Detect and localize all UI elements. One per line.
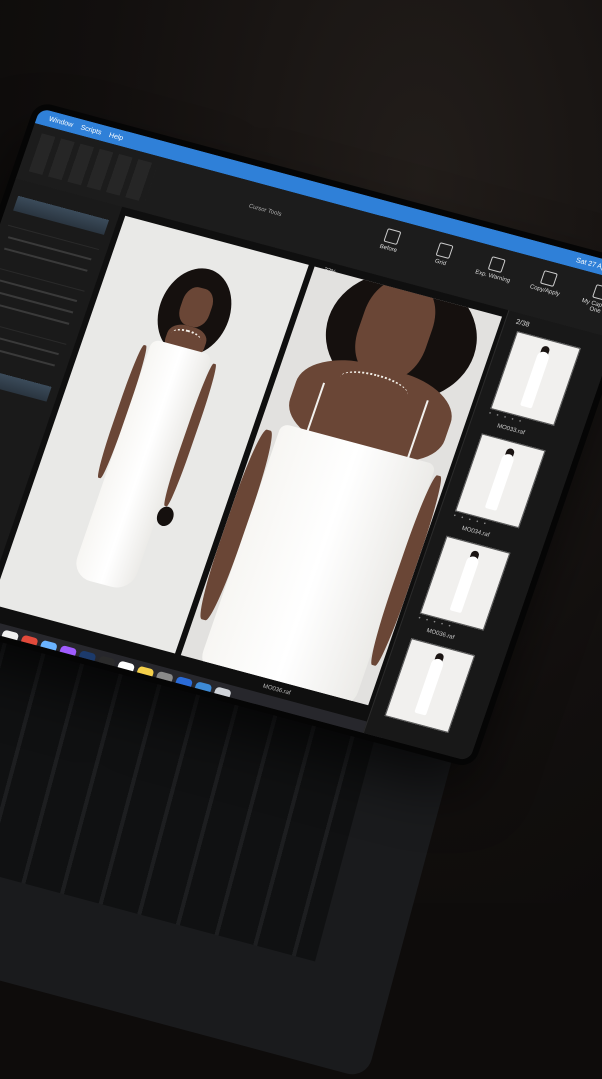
my-capture-one-label: My Capture One [581, 298, 602, 315]
thumbnail-figure [449, 555, 480, 613]
image-counter: 2/38 [515, 319, 530, 329]
copy-apply-label: Copy/Apply [529, 284, 561, 298]
copy-apply-icon [540, 270, 558, 287]
menu-help[interactable]: Help [108, 131, 124, 141]
warning-icon [488, 256, 506, 273]
menu-window[interactable]: Window [48, 115, 74, 128]
thumbnail[interactable] [420, 536, 511, 631]
grid-icon [436, 242, 454, 259]
before-icon [383, 228, 401, 245]
thumbnail-figure [520, 350, 551, 408]
curve-panel [0, 353, 55, 402]
exp-warning-button[interactable]: Exp. Warning [470, 253, 518, 291]
grid-label: Grid [434, 259, 447, 268]
thumbnail[interactable] [490, 331, 581, 426]
grid-button[interactable]: Grid [418, 239, 466, 277]
user-icon [592, 284, 602, 301]
thumbnail[interactable] [385, 638, 476, 733]
white-dress [71, 339, 212, 592]
scene: Window Scripts Help Sat 27 Apr 10:23 Cur… [0, 0, 602, 903]
adjust-slider[interactable] [0, 289, 73, 313]
thumbnail-figure [485, 453, 516, 511]
cursor-tools-label: Cursor Tools [248, 204, 282, 218]
before-label: Before [379, 244, 398, 254]
thumbnail-figure [414, 657, 445, 715]
panel-row[interactable] [0, 258, 88, 292]
copy-apply-button[interactable]: Copy/Apply [522, 267, 570, 305]
exp-warning-label: Exp. Warning [474, 269, 511, 284]
before-button[interactable]: Before [366, 225, 414, 263]
thumbnail[interactable] [455, 433, 546, 528]
menu-scripts[interactable]: Scripts [80, 124, 103, 136]
my-capture-one-button[interactable]: My Capture One [575, 281, 602, 319]
